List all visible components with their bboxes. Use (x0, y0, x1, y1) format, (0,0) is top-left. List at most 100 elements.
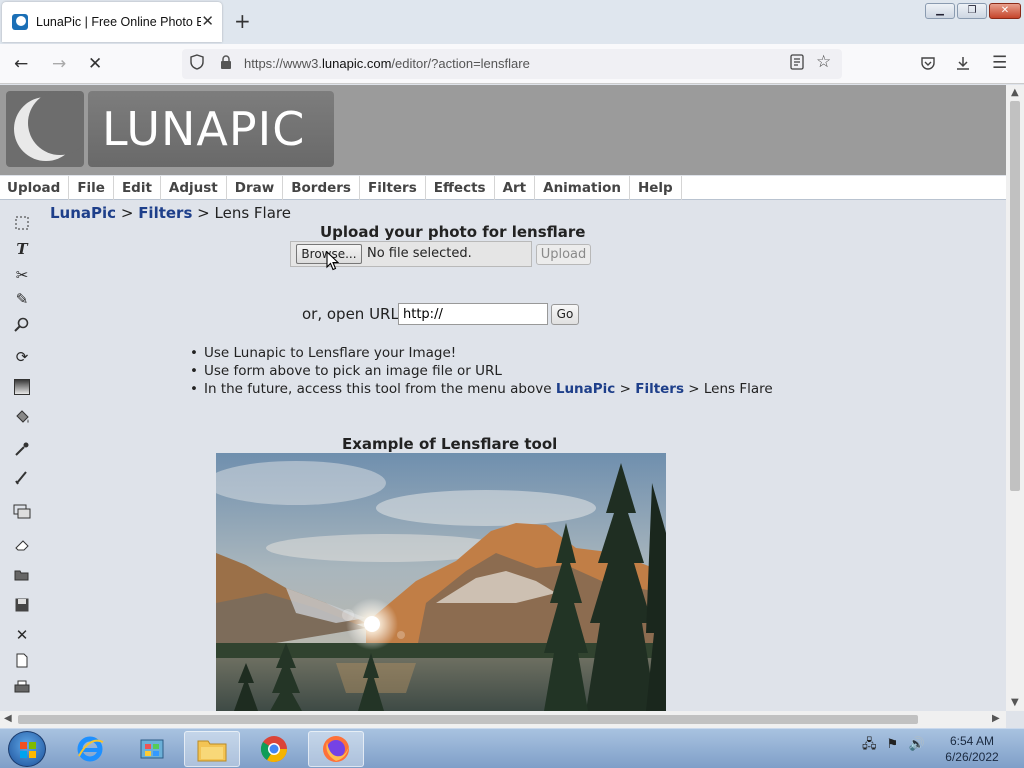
internet-explorer-taskbar-icon[interactable] (62, 731, 118, 767)
back-arrow-icon[interactable]: ← (14, 54, 28, 74)
menu-animation[interactable]: Animation (535, 176, 630, 200)
bookmark-star-icon[interactable]: ☆ (816, 52, 831, 72)
menu-hamburger-icon[interactable]: ☰ (992, 53, 1007, 73)
chrome-taskbar-icon[interactable] (246, 731, 302, 767)
start-button[interactable] (8, 731, 46, 767)
select-icon[interactable] (12, 215, 32, 235)
layers-icon[interactable] (12, 503, 32, 523)
close-icon[interactable]: ✕ (12, 625, 32, 645)
menu-file[interactable]: File (69, 176, 114, 200)
control-panel-taskbar-icon[interactable] (124, 731, 180, 767)
breadcrumb-current: Lens Flare (214, 204, 291, 222)
menu-filters[interactable]: Filters (360, 176, 426, 200)
horizontal-scrollbar[interactable]: ◀ ▶ (0, 711, 1006, 728)
breadcrumb-lunapic-link[interactable]: LunaPic (50, 204, 116, 222)
site-header: LUNAPIC (0, 85, 1006, 175)
upload-button[interactable]: Upload (536, 244, 591, 265)
browser-tab-bar: LunaPic | Free Online Photo Edi ✕ + ▁ ❐ … (0, 0, 1024, 44)
menu-borders[interactable]: Borders (283, 176, 360, 200)
example-lensflare-image (216, 453, 666, 711)
stop-loading-icon[interactable]: ✕ (88, 54, 102, 74)
go-button[interactable]: Go (551, 304, 579, 325)
breadcrumb: LunaPic > Filters > Lens Flare (50, 204, 291, 222)
save-icon[interactable] (12, 597, 32, 617)
paint-bucket-icon[interactable] (12, 409, 32, 429)
url-input[interactable] (398, 303, 548, 325)
print-icon[interactable] (12, 679, 32, 699)
lunapic-favicon-icon (12, 14, 28, 30)
list-item: Use form above to pick an image file or … (190, 362, 773, 380)
menu-adjust[interactable]: Adjust (161, 176, 227, 200)
site-menu-bar: Upload File Edit Adjust Draw Borders Filters Ef… (0, 176, 1006, 200)
forward-arrow-icon[interactable]: → (52, 54, 66, 74)
windows-taskbar: 🖧 ⚑ 🔊 6:54 AM 6/26/2022 (0, 728, 1024, 768)
file-explorer-taskbar-icon[interactable] (184, 731, 240, 767)
brush-icon[interactable] (12, 469, 32, 489)
pocket-icon[interactable] (920, 56, 936, 75)
window-close-button[interactable]: ✕ (989, 3, 1021, 19)
breadcrumb-separator: > (116, 204, 139, 222)
menu-art[interactable]: Art (495, 176, 536, 200)
filters-link[interactable]: Filters (635, 381, 684, 397)
minimize-button[interactable]: ▁ (925, 3, 955, 19)
eyedropper-icon[interactable] (12, 441, 32, 461)
tracking-shield-icon[interactable] (190, 54, 204, 74)
list-item: In the future, access this tool from the… (190, 380, 773, 398)
open-folder-icon[interactable] (12, 567, 32, 587)
info-list: Use Lunapic to Lensflare your Image! Use… (190, 344, 773, 398)
text-icon[interactable]: T (12, 239, 32, 259)
scissors-icon[interactable]: ✂ (12, 265, 32, 285)
windows-logo-icon (20, 742, 36, 758)
browser-tab[interactable]: LunaPic | Free Online Photo Edi ✕ (2, 2, 222, 42)
menu-draw[interactable]: Draw (227, 176, 284, 200)
horizontal-scroll-thumb[interactable] (18, 715, 918, 724)
list-item: Use Lunapic to Lensflare your Image! (190, 344, 773, 362)
menu-help[interactable]: Help (630, 176, 682, 200)
menu-effects[interactable]: Effects (426, 176, 495, 200)
system-tray: 🖧 ⚑ 🔊 (862, 735, 925, 757)
tab-title: LunaPic | Free Online Photo Edi (36, 15, 201, 29)
browser-nav-bar: ← → ✕ https://www3.lunapic.com/editor/?a… (0, 44, 1024, 84)
lunapic-logo[interactable]: LUNAPIC (6, 91, 334, 167)
rotate-icon[interactable]: ⟳ (12, 347, 32, 367)
mouse-cursor-icon (326, 250, 340, 275)
scroll-down-icon[interactable]: ▼ (1011, 697, 1019, 708)
page-content: LUNAPIC Upload File Edit Adjust Draw Borders F… (0, 85, 1006, 711)
eraser-icon[interactable] (12, 537, 32, 557)
url-text[interactable]: https://www3.lunapic.com/editor/?action=… (244, 56, 530, 71)
scroll-up-icon[interactable]: ▲ (1011, 87, 1019, 98)
lock-icon[interactable] (220, 55, 232, 70)
menu-upload[interactable]: Upload (0, 176, 70, 200)
new-file-icon[interactable] (12, 653, 32, 673)
scroll-right-icon[interactable]: ▶ (992, 713, 1000, 724)
tab-close-icon[interactable]: ✕ (201, 12, 214, 30)
reader-view-icon[interactable] (790, 54, 804, 74)
gradient-icon[interactable] (12, 379, 32, 399)
address-bar[interactable]: https://www3.lunapic.com/editor/?action=… (182, 49, 842, 79)
network-icon[interactable]: 🖧 (862, 737, 877, 752)
lunapic-moon-logo-icon (6, 91, 84, 167)
open-url-label: or, open URL (302, 305, 399, 323)
maximize-button[interactable]: ❐ (957, 3, 987, 19)
vertical-scroll-thumb[interactable] (1010, 101, 1020, 491)
clock-time: 6:54 AM (949, 734, 995, 748)
zoom-icon[interactable] (12, 317, 32, 337)
vertical-scrollbar[interactable]: ▲ ▼ (1006, 85, 1024, 711)
breadcrumb-separator: > (192, 204, 215, 222)
logo-wordmark: LUNAPIC (88, 91, 334, 167)
action-center-icon[interactable]: ⚑ (887, 737, 899, 752)
clock[interactable]: 6:54 AM 6/26/2022 (940, 733, 1004, 765)
firefox-taskbar-icon[interactable] (308, 731, 364, 767)
scroll-left-icon[interactable]: ◀ (4, 713, 12, 724)
file-status: No file selected. (367, 246, 472, 261)
downloads-icon[interactable] (955, 55, 971, 75)
breadcrumb-filters-link[interactable]: Filters (138, 204, 192, 222)
clock-date: 6/26/2022 (945, 750, 999, 764)
volume-icon[interactable]: 🔊 (908, 737, 924, 752)
menu-edit[interactable]: Edit (114, 176, 161, 200)
lunapic-link[interactable]: LunaPic (556, 381, 615, 397)
upload-heading: Upload your photo for lensflare (320, 223, 586, 241)
pencil-icon[interactable]: ✎ (12, 289, 32, 309)
example-heading: Example of Lensflare tool (342, 435, 558, 453)
new-tab-button[interactable]: + (234, 9, 251, 33)
